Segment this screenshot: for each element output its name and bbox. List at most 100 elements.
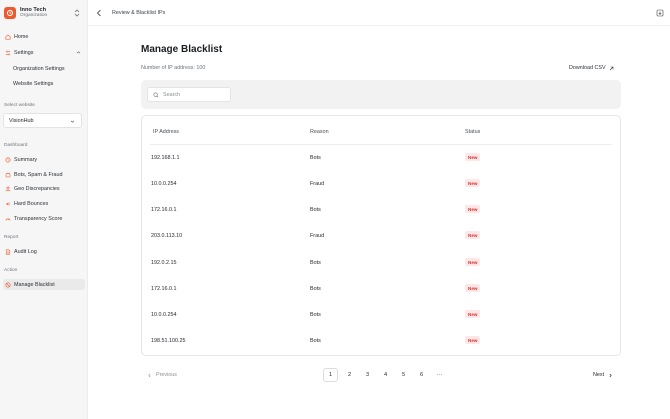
ip-count: Number of IP address: 100: [141, 65, 206, 71]
page-button-4[interactable]: 4: [378, 368, 393, 382]
download-csv-link[interactable]: Download CSV: [569, 65, 614, 71]
sidebar-item-bots-spam-fraud[interactable]: Bots, Spam & Fraud: [3, 169, 85, 180]
sidebar-item-manage-blacklist[interactable]: Manage Blacklist: [3, 279, 85, 290]
sidebar-item-settings[interactable]: Settings: [3, 47, 85, 58]
ip-cell: 10.0.0.254: [151, 312, 177, 318]
chevron-updown-icon[interactable]: [74, 9, 80, 17]
status-badge: New: [465, 336, 481, 344]
arrow-up-right-icon: [609, 66, 613, 70]
table-row[interactable]: 198.51.100.25 Bots New: [142, 336, 620, 364]
home-icon: [5, 34, 11, 40]
search-box[interactable]: [147, 87, 231, 102]
column-header-status: Status: [465, 129, 481, 135]
chevron-up-icon[interactable]: [76, 50, 81, 55]
status-badge: New: [465, 153, 481, 161]
sidebar-item-label: Website Settings: [13, 80, 54, 87]
summary-icon: [5, 156, 11, 163]
breadcrumb-title: Review & Blacklist IPs: [112, 10, 166, 16]
chevron-left-icon: [148, 373, 151, 377]
sidebar-item-label: Bots, Spam & Fraud: [14, 171, 63, 178]
back-chevron-icon[interactable]: [96, 9, 102, 17]
column-header-ip: IP Address: [153, 129, 179, 135]
ip-cell: 172.16.0.1: [151, 286, 177, 292]
users-icon: [5, 186, 11, 192]
page-button-1[interactable]: 1: [323, 368, 338, 382]
reason-cell: Bots: [310, 286, 321, 292]
dashboard-section-label: Dashboard: [4, 143, 28, 148]
status-badge: New: [465, 284, 481, 292]
sidebar-item-label: Manage Blacklist: [14, 281, 55, 288]
report-section-label: Report: [4, 235, 19, 240]
table-row[interactable]: 192.0.2.15 Bots New: [142, 258, 620, 286]
chevron-right-icon: [609, 373, 612, 377]
org-switcher[interactable]: Inno Tech Organization: [4, 5, 84, 21]
table-row[interactable]: 10.0.0.254 Bots New: [142, 310, 620, 338]
table-row[interactable]: 172.16.0.1 Bots New: [142, 284, 620, 312]
page-title: Manage Blacklist: [141, 44, 223, 55]
sidebar-item-label: Settings: [14, 49, 34, 56]
page-ellipsis[interactable]: ···: [432, 368, 447, 382]
reason-cell: Bots: [310, 260, 321, 266]
sidebar-item-organization-settings[interactable]: Organization Settings: [3, 63, 85, 74]
website-select[interactable]: VisionHub: [3, 113, 82, 128]
ip-cell: 198.51.100.25: [151, 338, 186, 344]
sidebar-item-geo-discrepancies[interactable]: Geo Discrepancies: [3, 183, 85, 194]
reason-cell: Bots: [310, 155, 321, 161]
sidebar-item-label: Home: [14, 33, 29, 40]
website-select-value: VisionHub: [9, 117, 34, 124]
sidebar-item-label: Organization Settings: [13, 65, 65, 72]
bot-icon: [5, 172, 11, 178]
download-csv-label: Download CSV: [569, 65, 606, 71]
table-row[interactable]: 192.168.1.1 Bots New: [142, 153, 620, 181]
document-icon: [5, 249, 11, 255]
sidebar: Inno Tech Organization Home Settings Org…: [0, 0, 88, 419]
sidebar-item-hard-bounces[interactable]: Hard Bounces: [3, 198, 85, 209]
top-bar: Review & Blacklist IPs: [88, 0, 670, 26]
next-page-button[interactable]: Next: [593, 372, 613, 378]
reason-cell: Fraud: [310, 233, 325, 239]
table-row[interactable]: 203.0.113.10 Fraud New: [142, 231, 620, 259]
ip-cell: 203.0.113.10: [151, 233, 183, 239]
sidebar-item-label: Audit Log: [14, 248, 37, 255]
reason-cell: Bots: [310, 338, 321, 344]
next-label: Next: [593, 372, 605, 378]
page-button-5[interactable]: 5: [396, 368, 411, 382]
sidebar-item-label: Summary: [14, 156, 38, 163]
reason-cell: Bots: [310, 312, 321, 318]
page-button-6[interactable]: 6: [414, 368, 429, 382]
settings-icon: [5, 50, 11, 56]
sidebar-item-audit-log[interactable]: Audit Log: [3, 246, 85, 257]
table-row[interactable]: 172.16.0.1 Bots New: [142, 205, 620, 233]
org-logo-icon: [4, 7, 16, 19]
previous-page-button[interactable]: Previous: [147, 372, 177, 378]
export-icon[interactable]: [656, 9, 664, 17]
reason-cell: Bots: [310, 207, 321, 213]
sidebar-item-website-settings[interactable]: Website Settings: [3, 78, 85, 89]
action-section-label: Action: [4, 268, 18, 273]
page-button-2[interactable]: 2: [342, 368, 357, 382]
status-badge: New: [465, 179, 481, 187]
ip-cell: 192.168.1.1: [151, 155, 180, 161]
sidebar-item-label: Transparency Score: [14, 215, 63, 222]
chevron-down-icon: [70, 120, 75, 123]
reason-cell: Fraud: [310, 181, 325, 187]
column-header-reason: Reason: [310, 129, 329, 135]
table-row[interactable]: 10.0.0.254 Fraud New: [142, 179, 620, 207]
blacklist-table: IP Address Reason Status 192.168.1.1 Bot…: [141, 115, 621, 356]
sidebar-item-label: Geo Discrepancies: [14, 185, 60, 192]
header-divider: [150, 144, 612, 145]
select-website-label: Select website: [4, 103, 35, 108]
sidebar-item-summary[interactable]: Summary: [3, 154, 85, 165]
status-badge: New: [465, 231, 481, 239]
status-badge: New: [465, 205, 481, 213]
ip-cell: 192.0.2.15: [151, 260, 177, 266]
sidebar-item-label: Hard Bounces: [14, 200, 49, 207]
org-subtitle: Organization: [20, 13, 48, 19]
search-input[interactable]: [163, 91, 227, 98]
status-badge: New: [465, 310, 481, 318]
page-button-3[interactable]: 3: [360, 368, 375, 382]
sidebar-item-transparency-score[interactable]: Transparency Score: [3, 213, 85, 224]
search-icon: [153, 91, 159, 97]
gauge-icon: [5, 216, 11, 222]
sidebar-item-home[interactable]: Home: [3, 31, 85, 42]
